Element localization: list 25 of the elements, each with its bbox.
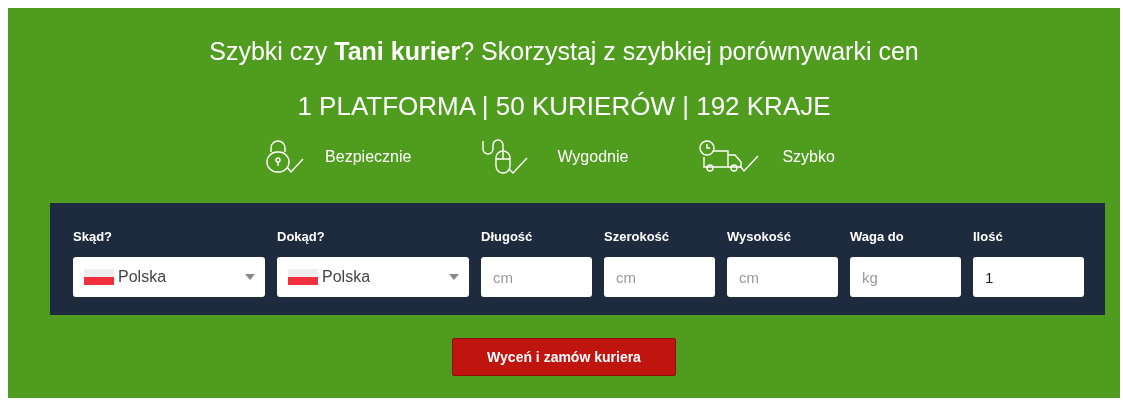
headline: Szybki czy Tani kurier? Skorzystaj z szybkiej porównywarki cen [209,36,919,66]
field-label: Wysokość [727,229,793,245]
field-label: Dokąd? [277,229,326,245]
field-label: Ilość [973,229,1004,245]
feature-label: Szybko [782,148,835,166]
flag-icon [84,269,114,285]
feature-label: Bezpiecznie [325,148,412,166]
country-select[interactable]: Polska [73,257,265,297]
flag-icon [288,269,318,285]
input-field[interactable]: cm [727,257,838,297]
caret-icon [245,274,255,280]
quote-order-button[interactable]: Wyceń i zamów kuriera [452,338,676,376]
padlock-check-icon [263,139,306,175]
input-field[interactable]: cm [481,257,592,297]
country-select[interactable]: Polska [277,257,469,297]
field-label: Skąd? [73,229,113,245]
field-label: Waga do [850,229,905,245]
field-label: Długość [481,229,534,245]
input-field[interactable]: cm [604,257,715,297]
input-field[interactable]: 1 [973,257,1084,297]
input-field[interactable]: kg [850,257,961,297]
field-label: Szerokość [604,229,671,245]
caret-icon [449,274,459,280]
tagline: 1 PLATFORMA | 50 KURIERÓW | 192 KRAJE [297,91,831,121]
feature-label: Wygodnie [557,148,629,166]
